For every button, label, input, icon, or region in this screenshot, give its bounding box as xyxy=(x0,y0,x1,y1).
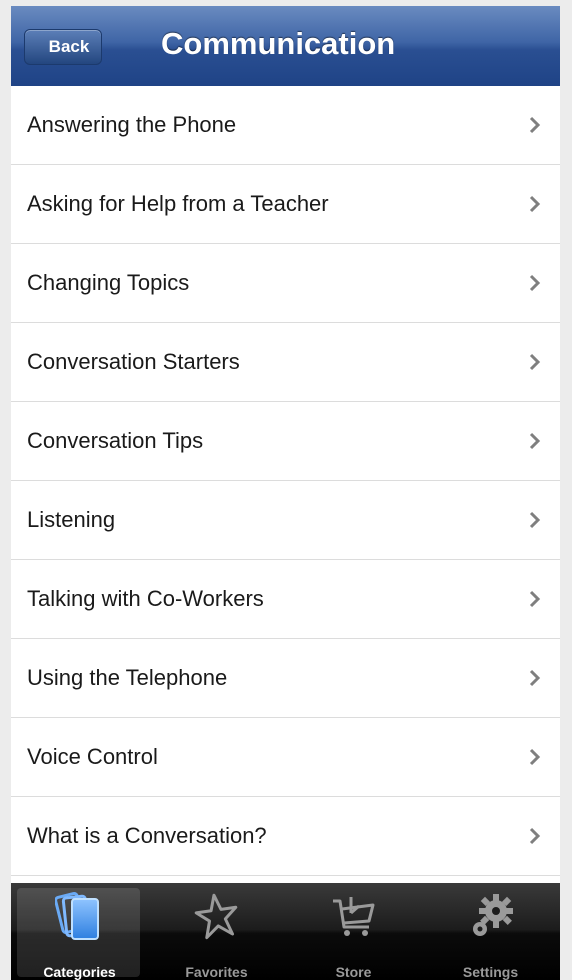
page-title: Communication xyxy=(161,26,396,61)
chevron-right-icon xyxy=(529,353,541,371)
chevron-right-icon xyxy=(529,827,541,845)
list-item[interactable]: Voice Control xyxy=(11,718,560,797)
back-button-label: Back xyxy=(48,37,90,56)
list-item[interactable]: Talking with Co-Workers xyxy=(11,560,560,639)
list-item-label: What is a Conversation? xyxy=(27,823,267,848)
chevron-right-icon xyxy=(529,669,541,687)
star-icon xyxy=(194,893,237,940)
list-item[interactable]: Changing Topics xyxy=(11,244,560,323)
list-item-label: Asking for Help from a Teacher xyxy=(27,191,329,216)
tab-label: Store xyxy=(335,964,372,980)
chevron-right-icon xyxy=(529,748,541,766)
list-item[interactable]: Conversation Tips xyxy=(11,402,560,481)
chevron-right-icon xyxy=(529,432,541,450)
list-item-label: Conversation Tips xyxy=(27,428,204,453)
cart-icon xyxy=(332,897,374,936)
tab-favorites[interactable]: Favorites xyxy=(148,883,285,980)
chevron-right-icon xyxy=(529,116,541,134)
list-item[interactable]: Conversation Starters xyxy=(11,323,560,402)
chevron-right-icon xyxy=(529,590,541,608)
tab-bar: Categories Favorites Store Settings xyxy=(11,883,560,980)
list-item-label: Conversation Starters xyxy=(27,349,240,374)
tab-categories[interactable]: Categories xyxy=(11,883,148,980)
list-item[interactable]: Asking for Help from a Teacher xyxy=(11,165,560,244)
navigation-bar: Back Communication xyxy=(11,6,560,87)
list-item-label: Changing Topics xyxy=(27,270,190,295)
tab-label: Settings xyxy=(462,964,519,980)
tab-label: Categories xyxy=(43,964,116,980)
chevron-right-icon xyxy=(529,511,541,529)
chevron-right-icon xyxy=(529,274,541,292)
list-item-label: Listening xyxy=(27,507,116,532)
tab-label: Favorites xyxy=(185,964,248,980)
back-button[interactable]: Back xyxy=(24,29,102,65)
tab-settings[interactable]: Settings xyxy=(422,883,559,980)
app-screen: Back Communication Answering the Phone A… xyxy=(11,6,560,980)
categories-icon xyxy=(54,892,99,940)
list-item[interactable]: Answering the Phone xyxy=(11,86,560,165)
list-item-label: Talking with Co-Workers xyxy=(27,586,264,611)
list-item[interactable]: Listening xyxy=(11,481,560,560)
chevron-right-icon xyxy=(529,195,541,213)
list-item[interactable]: What is a Conversation? xyxy=(11,797,560,876)
list-item-label: Answering the Phone xyxy=(27,112,237,137)
list-item-label: Voice Control xyxy=(27,744,158,769)
topic-list: Answering the Phone Asking for Help from… xyxy=(11,86,560,876)
list-item-label: Using the Telephone xyxy=(27,665,228,690)
tab-store[interactable]: Store xyxy=(285,883,422,980)
list-item[interactable]: Using the Telephone xyxy=(11,639,560,718)
gear-icon xyxy=(472,894,513,936)
